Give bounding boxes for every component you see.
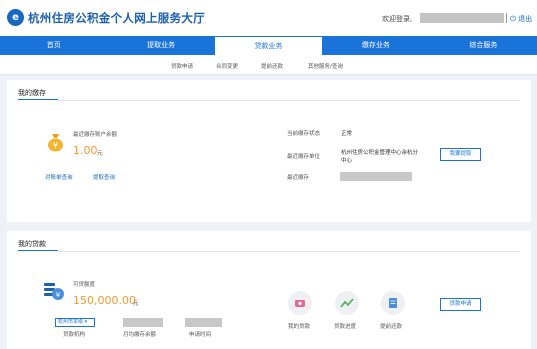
loan-progress-label[interactable]: 贷款进度 [334,322,356,330]
welcome-text: 欢迎登录, [382,15,413,23]
nav-withdraw[interactable]: 提取业务 [107,36,214,55]
chevron-down-icon: ▾ [84,319,88,325]
main-nav: 首页 提取业务 贷款业务 缴存业务 综合服务 [0,36,537,55]
nav-deposit[interactable]: 缴存业务 [322,36,429,55]
username-redacted [420,13,504,23]
subnav-loan-apply[interactable]: 贷款申请 [171,62,193,70]
deposit-panel-title: 我的缴存 [18,89,46,97]
apply-time-label: 申请时间 [189,332,212,338]
balance-value: 1.00 [73,144,98,157]
quota-label: 可贷额度 [73,282,96,288]
withdraw-button[interactable]: 我要提取 [440,148,481,161]
recent-deposit-redacted [340,172,412,181]
apply-time-redacted [185,318,222,327]
svg-text:¥: ¥ [53,141,58,150]
early-repay-icon[interactable] [381,291,405,315]
header-divider [506,13,507,23]
my-loan-icon[interactable] [288,291,312,315]
loan-panel-title: 我的贷款 [18,240,46,248]
svg-text:¥: ¥ [56,291,61,299]
loan-divider [58,251,520,252]
loan-progress-icon[interactable] [335,291,359,315]
loan-panel: 我的贷款 ¥ 可贷额度 150,000.00 元 杭州市本级 ▾ 贷款机构 月均… [7,231,531,349]
money-bag-icon: ¥ [48,134,63,152]
withdraw-query-link[interactable]: 提取查询 [93,173,115,181]
top-header: e 杭州住房公积金个人网上服务大厅 欢迎登录, ⏻ 退出 [0,0,537,36]
nav-home[interactable]: 首页 [0,36,107,55]
coins-icon: ¥ [44,283,64,300]
logo-icon: e [7,9,24,26]
status-value: 正常 [341,131,353,137]
avg-balance-label: 月均缴存余额 [123,332,157,338]
subnav-early-repay[interactable]: 提前还款 [261,62,283,70]
my-loan-label[interactable]: 我的贷款 [288,322,310,330]
subnav-contract-change[interactable]: 合同变更 [216,62,238,70]
loan-org-label: 贷款机构 [63,332,86,338]
status-label: 当前缴存状态 [287,131,321,137]
loan-title-underline [18,250,58,251]
loan-org-select[interactable]: 杭州市本级 ▾ [55,318,95,327]
nav-services[interactable]: 综合服务 [430,36,537,55]
quota-value: 150,000.00 [73,294,136,307]
loan-org-select-value: 杭州市本级 [58,319,84,325]
avg-balance-redacted [123,318,163,327]
unit-value-line2: 中心 [341,158,353,164]
recent-deposit-label: 最近缴存 [287,175,310,181]
deposit-divider [58,100,520,101]
balance-unit: 元 [97,151,103,157]
statement-link[interactable]: 对账单查询 [45,173,73,181]
site-title: 杭州住房公积金个人网上服务大厅 [28,11,205,25]
logout-link[interactable]: ⏻ 退出 [510,14,532,24]
power-icon: ⏻ [510,14,516,23]
deposit-title-underline [18,99,58,100]
unit-value-line1: 杭州住房公积金管理中心余杭分 [341,150,419,156]
logout-label: 退出 [518,15,533,23]
sub-nav: 贷款申请 合同变更 提前还款 其他服务/查询 [0,55,537,75]
subnav-other[interactable]: 其他服务/查询 [308,62,343,70]
early-repay-label[interactable]: 提前还款 [380,322,402,330]
quota-unit: 元 [133,301,139,307]
deposit-panel: 我的缴存 ¥ 最近缴存账户余额 1.00 元 对账单查询 提取查询 当前缴存状态… [7,80,531,222]
balance-label: 最近缴存账户余额 [73,132,118,138]
loan-apply-button[interactable]: 贷款申请 [440,298,481,311]
nav-loan[interactable]: 贷款业务 [214,36,323,55]
unit-label: 最近缴存单位 [287,154,321,160]
